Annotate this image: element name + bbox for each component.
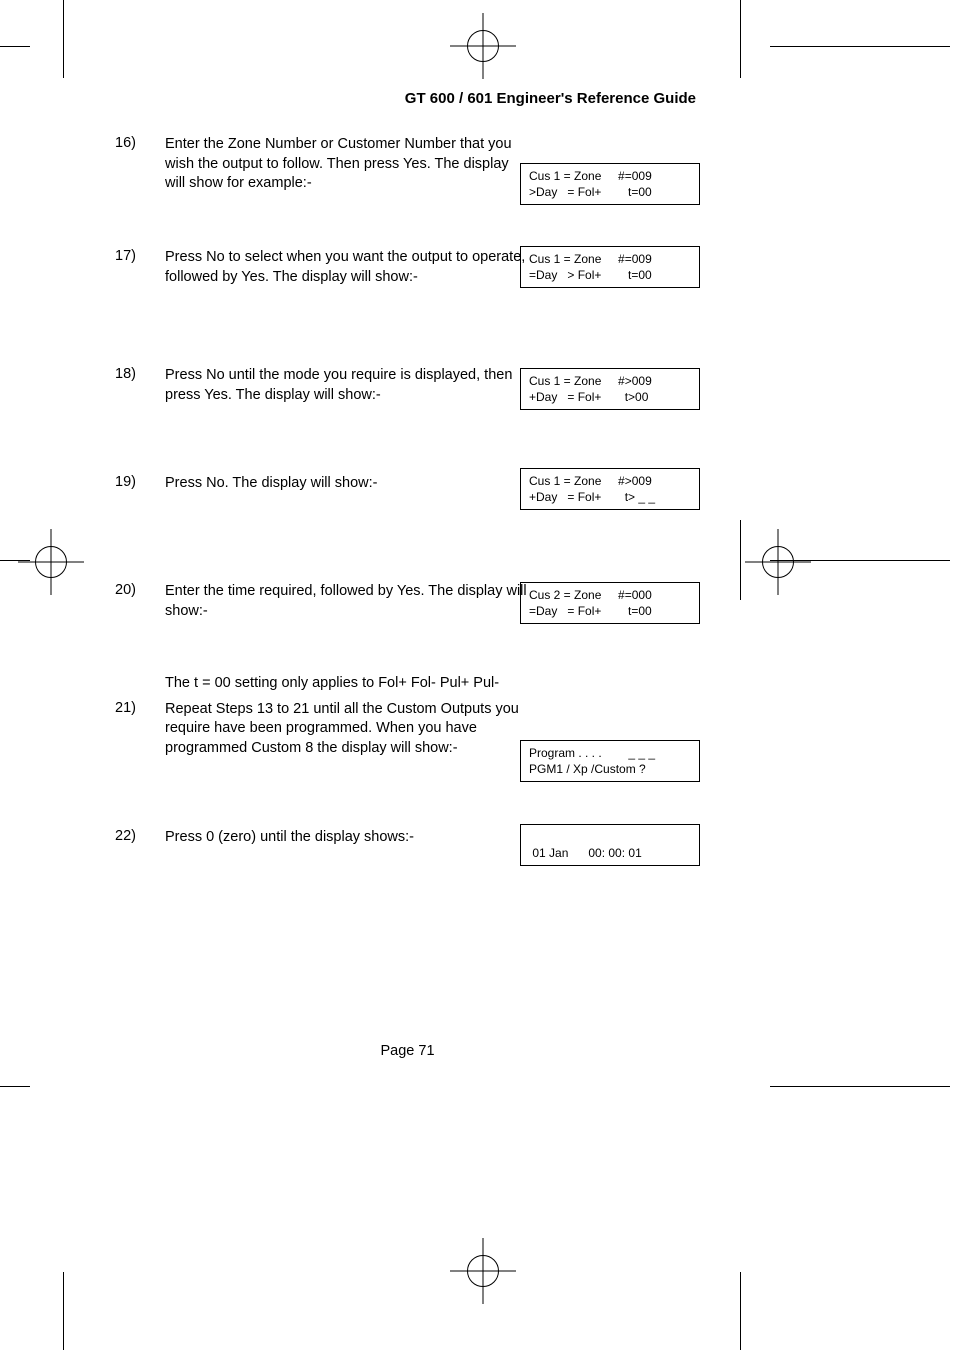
lcd-display: Cus 1 = Zone #>009 +Day = Fol+ t>00 bbox=[520, 368, 700, 410]
crop-mark bbox=[740, 0, 741, 78]
step-number: 16) bbox=[115, 135, 165, 151]
step-number: 18) bbox=[115, 366, 165, 382]
lcd-line-1: Cus 2 = Zone #=000 bbox=[529, 588, 652, 602]
crop-mark bbox=[770, 46, 950, 47]
lcd-line-1: Cus 1 = Zone #=009 bbox=[529, 169, 652, 183]
step-16: 16) Enter the Zone Number or Customer Nu… bbox=[115, 135, 700, 230]
crop-mark bbox=[0, 46, 30, 47]
step-text: Repeat Steps 13 to 21 until all the Cust… bbox=[165, 700, 540, 759]
step-number: 19) bbox=[115, 474, 165, 490]
crop-mark bbox=[740, 1272, 741, 1350]
lcd-line-2: =Day > Fol+ t=00 bbox=[529, 268, 652, 282]
lcd-line-2: PGM1 / Xp /Custom ? bbox=[529, 762, 646, 776]
lcd-display: Cus 1 = Zone #=009 >Day = Fol+ t=00 bbox=[520, 163, 700, 205]
registration-mark bbox=[35, 546, 67, 578]
note-text: The t = 00 setting only applies to Fol+ … bbox=[165, 674, 520, 694]
step-number: 21) bbox=[115, 700, 165, 716]
page-header: GT 600 / 601 Engineer's Reference Guide bbox=[115, 90, 700, 107]
crop-mark bbox=[770, 1086, 950, 1087]
crop-mark bbox=[740, 520, 741, 600]
crop-mark bbox=[63, 0, 64, 78]
step-text: Press No. The display will show:- bbox=[165, 474, 540, 494]
step-text: Press 0 (zero) until the display shows:- bbox=[165, 828, 540, 848]
lcd-display: Program . . . . _ _ _ PGM1 / Xp /Custom … bbox=[520, 740, 700, 782]
lcd-line-1: Program . . . . _ _ _ bbox=[529, 746, 655, 760]
lcd-display: Cus 2 = Zone #=000 =Day = Fol+ t=00 bbox=[520, 582, 700, 624]
step-19: 19) Press No. The display will show:- Cu… bbox=[115, 474, 700, 564]
step-21: 21) Repeat Steps 13 to 21 until all the … bbox=[115, 700, 700, 810]
registration-mark bbox=[762, 546, 794, 578]
crop-mark bbox=[63, 1272, 64, 1350]
lcd-line-2: +Day = Fol+ t>00 bbox=[529, 390, 648, 404]
step-17: 17) Press No to select when you want the… bbox=[115, 248, 700, 348]
lcd-line-1: Cus 1 = Zone #>009 bbox=[529, 474, 652, 488]
lcd-line-1 bbox=[529, 830, 532, 844]
step-text: Press No until the mode you require is d… bbox=[165, 366, 540, 405]
lcd-line-1: Cus 1 = Zone #>009 bbox=[529, 374, 652, 388]
crop-mark bbox=[0, 1086, 30, 1087]
page-body: GT 600 / 601 Engineer's Reference Guide … bbox=[115, 90, 700, 1059]
step-number: 22) bbox=[115, 828, 165, 844]
lcd-display: Cus 1 = Zone #=009 =Day > Fol+ t=00 bbox=[520, 246, 700, 288]
lcd-line-2: 01 Jan 00: 00: 01 bbox=[529, 846, 642, 860]
registration-mark bbox=[467, 30, 499, 62]
lcd-line-2: >Day = Fol+ t=00 bbox=[529, 185, 652, 199]
lcd-line-2: +Day = Fol+ t> _ _ bbox=[529, 490, 655, 504]
registration-mark bbox=[467, 1255, 499, 1287]
lcd-display: Cus 1 = Zone #>009 +Day = Fol+ t> _ _ bbox=[520, 468, 700, 510]
lcd-line-1: Cus 1 = Zone #=009 bbox=[529, 252, 652, 266]
step-text: Press No to select when you want the out… bbox=[165, 248, 540, 287]
step-18: 18) Press No until the mode you require … bbox=[115, 366, 700, 456]
step-20: 20) Enter the time required, followed by… bbox=[115, 582, 700, 652]
step-number: 17) bbox=[115, 248, 165, 264]
lcd-line-2: =Day = Fol+ t=00 bbox=[529, 604, 652, 618]
step-text: Enter the time required, followed by Yes… bbox=[165, 582, 540, 621]
step-number: 20) bbox=[115, 582, 165, 598]
step-text: Enter the Zone Number or Customer Number… bbox=[165, 135, 540, 194]
page-number: Page 71 bbox=[115, 1043, 700, 1059]
lcd-display: 01 Jan 00: 00: 01 bbox=[520, 824, 700, 866]
step-22: 22) Press 0 (zero) until the display sho… bbox=[115, 828, 700, 888]
